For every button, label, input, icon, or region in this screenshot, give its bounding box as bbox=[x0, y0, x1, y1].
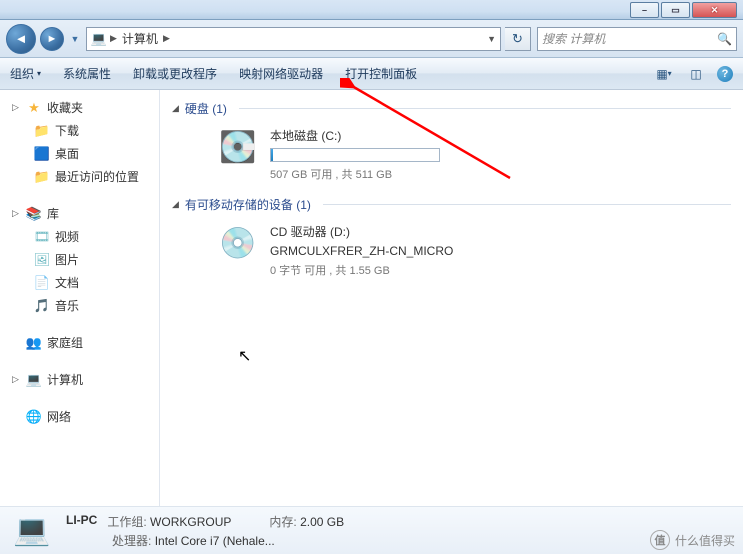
group-icon: ★ bbox=[26, 100, 42, 116]
sidebar-item-label: 图片 bbox=[55, 251, 79, 268]
close-button[interactable]: ✕ bbox=[692, 2, 737, 18]
group-icon: 📚 bbox=[26, 206, 42, 222]
preview-pane-button[interactable]: ◫ bbox=[685, 64, 707, 84]
pc-name: LI-PC bbox=[66, 513, 97, 530]
address-bar[interactable]: 💻 ▶ 计算机 ▶ ▼ bbox=[86, 27, 501, 51]
item-icon: 📄 bbox=[34, 275, 50, 291]
item-icon: 🟦 bbox=[34, 146, 50, 162]
drive-icon: 💿 bbox=[216, 223, 260, 263]
drive-name: CD 驱动器 (D:) bbox=[270, 223, 453, 240]
item-icon: 📁 bbox=[34, 169, 50, 185]
computer-icon: 💻 bbox=[91, 31, 107, 47]
sidebar-group-0[interactable]: ▷ ★ 收藏夹 bbox=[0, 96, 159, 119]
sidebar-item-label: 桌面 bbox=[55, 145, 79, 162]
capacity-bar bbox=[270, 148, 440, 162]
item-icon: 🖼 bbox=[34, 252, 50, 268]
status-bar: 💻 LI-PC 工作组: WORKGROUP 内存: 2.00 GB 处理器: … bbox=[0, 506, 743, 554]
section-title: 有可移动存储的设备 (1) bbox=[185, 196, 311, 213]
caret-icon: ▷ bbox=[12, 102, 21, 113]
sidebar-item-1-1[interactable]: 🖼 图片 bbox=[0, 248, 159, 271]
sidebar-group-label: 网络 bbox=[47, 408, 71, 425]
drive-item-1-0[interactable]: 💿 CD 驱动器 (D:) GRMCULXFRER_ZH-CN_MICRO 0 … bbox=[172, 219, 731, 292]
group-icon: 🌐 bbox=[26, 409, 42, 425]
toolbar-item-4[interactable]: 打开控制面板 bbox=[345, 65, 417, 82]
window-titlebar: – ▭ ✕ bbox=[0, 0, 743, 20]
sidebar-item-0-2[interactable]: 📁 最近访问的位置 bbox=[0, 165, 159, 188]
caret-down-icon: ◢ bbox=[172, 199, 179, 210]
sidebar-item-label: 下载 bbox=[55, 122, 79, 139]
sidebar-item-1-3[interactable]: 🎵 音乐 bbox=[0, 294, 159, 317]
breadcrumb-computer[interactable]: 计算机 bbox=[120, 30, 160, 47]
group-icon: 👥 bbox=[26, 335, 42, 351]
sidebar-group-1[interactable]: ▷ 📚 库 bbox=[0, 202, 159, 225]
back-button[interactable]: ◄ bbox=[6, 24, 36, 54]
item-icon: 🎵 bbox=[34, 298, 50, 314]
section-header-1[interactable]: ◢ 有可移动存储的设备 (1) bbox=[172, 196, 731, 213]
item-icon: 📁 bbox=[34, 123, 50, 139]
section-header-0[interactable]: ◢ 硬盘 (1) bbox=[172, 100, 731, 117]
search-input[interactable]: 搜索 计算机 🔍 bbox=[537, 27, 737, 51]
view-mode-button[interactable]: ▦ ▾ bbox=[653, 64, 675, 84]
sidebar-item-0-1[interactable]: 🟦 桌面 bbox=[0, 142, 159, 165]
drive-capacity-text: 507 GB 可用 , 共 511 GB bbox=[270, 166, 440, 182]
forward-button[interactable]: ► bbox=[40, 27, 64, 51]
computer-icon: 💻 bbox=[10, 511, 54, 551]
item-icon: 🎞 bbox=[34, 229, 50, 245]
drive-capacity-text: 0 字节 可用 , 共 1.55 GB bbox=[270, 262, 453, 278]
cursor-icon: ↖ bbox=[238, 346, 251, 366]
drive-icon: 💽 bbox=[216, 127, 260, 167]
sidebar-item-1-2[interactable]: 📄 文档 bbox=[0, 271, 159, 294]
dropdown-icon[interactable]: ▼ bbox=[487, 34, 496, 44]
help-button[interactable]: ? bbox=[717, 66, 733, 82]
search-placeholder: 搜索 计算机 bbox=[542, 30, 605, 47]
sidebar-group-2[interactable]: 👥 家庭组 bbox=[0, 331, 159, 354]
watermark: 值 什么值得买 bbox=[650, 530, 735, 550]
maximize-button[interactable]: ▭ bbox=[661, 2, 690, 18]
sidebar-group-label: 收藏夹 bbox=[47, 99, 83, 116]
toolbar-item-2[interactable]: 卸载或更改程序 bbox=[133, 65, 217, 82]
caret-icon: ▷ bbox=[12, 374, 21, 385]
sidebar-item-label: 最近访问的位置 bbox=[55, 168, 139, 185]
sidebar-item-1-0[interactable]: 🎞 视频 bbox=[0, 225, 159, 248]
navigation-sidebar: ▷ ★ 收藏夹 📁 下载 🟦 桌面 📁 最近访问的位置 ▷ 📚 库 🎞 视频 🖼… bbox=[0, 90, 160, 534]
sidebar-group-label: 库 bbox=[47, 205, 59, 222]
toolbar: 组织▾ 系统属性 卸载或更改程序 映射网络驱动器 打开控制面板 ▦ ▾ ◫ ? bbox=[0, 58, 743, 90]
sidebar-item-0-0[interactable]: 📁 下载 bbox=[0, 119, 159, 142]
sidebar-group-label: 家庭组 bbox=[47, 334, 83, 351]
section-title: 硬盘 (1) bbox=[185, 100, 227, 117]
caret-icon: ▷ bbox=[12, 208, 21, 219]
caret-down-icon: ◢ bbox=[172, 103, 179, 114]
chevron-right-icon: ▶ bbox=[110, 33, 117, 44]
sidebar-group-label: 计算机 bbox=[47, 371, 83, 388]
history-dropdown[interactable]: ▼ bbox=[68, 32, 82, 46]
main-content: ↖ ◢ 硬盘 (1) 💽 本地磁盘 (C:) 507 GB 可用 , 共 511… bbox=[160, 90, 743, 534]
toolbar-item-1[interactable]: 系统属性 bbox=[63, 65, 111, 82]
toolbar-item-3[interactable]: 映射网络驱动器 bbox=[239, 65, 323, 82]
drive-name: 本地磁盘 (C:) bbox=[270, 127, 440, 144]
sidebar-item-label: 音乐 bbox=[55, 297, 79, 314]
drive-volume-label: GRMCULXFRER_ZH-CN_MICRO bbox=[270, 244, 453, 258]
sidebar-group-3[interactable]: ▷ 💻 计算机 bbox=[0, 368, 159, 391]
watermark-icon: 值 bbox=[650, 530, 670, 550]
toolbar-item-0[interactable]: 组织▾ bbox=[10, 65, 41, 82]
sidebar-group-4[interactable]: 🌐 网络 bbox=[0, 405, 159, 428]
drive-item-0-0[interactable]: 💽 本地磁盘 (C:) 507 GB 可用 , 共 511 GB bbox=[172, 123, 731, 196]
search-icon: 🔍 bbox=[717, 32, 732, 46]
group-icon: 💻 bbox=[26, 372, 42, 388]
chevron-right-icon: ▶ bbox=[163, 33, 170, 44]
refresh-button[interactable]: ↻ bbox=[505, 27, 531, 51]
minimize-button[interactable]: – bbox=[630, 2, 659, 18]
nav-bar: ◄ ► ▼ 💻 ▶ 计算机 ▶ ▼ ↻ 搜索 计算机 🔍 bbox=[0, 20, 743, 58]
sidebar-item-label: 文档 bbox=[55, 274, 79, 291]
sidebar-item-label: 视频 bbox=[55, 228, 79, 245]
